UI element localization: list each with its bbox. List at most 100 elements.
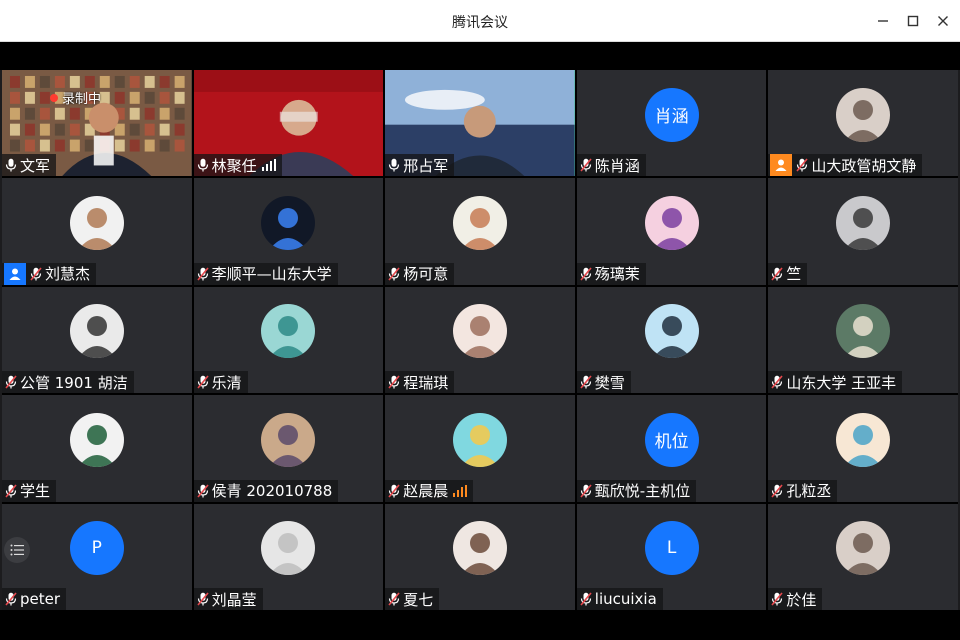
participant-nameplate: 山东大学 王亚丰 <box>768 371 903 394</box>
avatar <box>452 412 507 467</box>
participant-tile[interactable]: 樊雪 <box>576 286 767 394</box>
mic-muted-icon <box>196 266 210 282</box>
participant-tile[interactable]: 肖涵 陈肖涵 <box>576 70 767 177</box>
participant-tile[interactable]: 机位 甄欣悦-主机位 <box>576 395 767 502</box>
avatar <box>261 412 316 467</box>
participant-tile[interactable]: 赵晨晨 <box>385 395 575 502</box>
participant-tile[interactable]: 公管 1901 胡洁 <box>2 286 192 394</box>
participant-tile[interactable]: 刘慧杰 <box>2 178 192 285</box>
close-icon <box>938 16 948 26</box>
participant-tile[interactable]: 侯青 202010788 <box>193 395 384 502</box>
mic-muted-icon <box>579 483 593 499</box>
participant-name: 李顺平—山东大学 <box>211 265 332 284</box>
participant-tile[interactable]: 山东大学 王亚丰 <box>768 286 958 394</box>
mic-muted-icon <box>579 266 593 282</box>
participant-name: 赵晨晨 <box>403 482 449 501</box>
participant-tile[interactable]: 林聚任 <box>193 70 384 177</box>
close-button[interactable] <box>933 11 953 31</box>
mic-muted-icon <box>770 591 784 607</box>
participant-tile[interactable]: 学生 <box>2 395 192 502</box>
avatar <box>452 196 507 251</box>
avatar <box>644 304 699 359</box>
participant-nameplate: 刘晶莹 <box>193 588 263 610</box>
avatar <box>644 196 699 251</box>
participant-name: 於佳 <box>786 590 817 609</box>
mic-muted-icon <box>770 266 784 282</box>
participant-nameplate: 邢占军 <box>385 154 455 177</box>
person-icon <box>770 154 793 177</box>
participant-nameplate: 殇璃茉 <box>576 262 646 285</box>
maximize-button[interactable] <box>903 11 923 31</box>
participant-name: 山东大学 王亚丰 <box>786 373 897 392</box>
mic-muted-icon <box>196 483 210 499</box>
participant-tile[interactable]: 李顺平—山东大学 <box>193 178 384 285</box>
avatar <box>261 304 316 359</box>
mic-muted-icon <box>4 591 18 607</box>
participant-name: 殇璃茉 <box>594 265 640 284</box>
avatar <box>836 412 891 467</box>
participant-tile[interactable]: L liucuixia <box>576 503 767 610</box>
participant-tile[interactable]: 於佳 <box>768 503 958 610</box>
participant-name: 刘慧杰 <box>45 265 91 284</box>
mic-muted-icon <box>29 266 43 282</box>
participant-tile[interactable]: 程瑞琪 <box>385 286 575 394</box>
participant-tile[interactable]: 殇璃茉 <box>576 178 767 285</box>
participant-nameplate: 公管 1901 胡洁 <box>2 371 134 394</box>
participant-name: 夏七 <box>403 590 434 609</box>
participant-name: 山大政管胡文静 <box>811 156 917 175</box>
mic-muted-icon <box>387 266 401 282</box>
participant-tile[interactable]: 竺 <box>768 178 958 285</box>
participant-nameplate: 於佳 <box>768 588 823 610</box>
participant-tile[interactable]: 孔粒丞 <box>768 395 958 502</box>
participant-nameplate: 文军 <box>2 154 57 177</box>
participant-nameplate: 学生 <box>2 479 57 502</box>
participant-tile[interactable]: 乐清 <box>193 286 384 394</box>
avatar <box>69 412 124 467</box>
participant-name: 文军 <box>20 156 51 175</box>
mic-muted-icon <box>795 157 809 173</box>
participant-grid: 录制中 文军 林聚任 邢占军 肖涵 陈肖涵 山大政管胡文静 刘慧杰 李顺平—山东… <box>2 70 958 610</box>
minimize-icon <box>878 20 888 22</box>
mic-muted-icon <box>4 483 18 499</box>
avatar <box>69 196 124 251</box>
participant-name: 公管 1901 胡洁 <box>20 373 128 392</box>
participant-name: peter <box>20 590 61 608</box>
mic-icon <box>387 157 401 173</box>
participant-tile[interactable]: P peter <box>2 503 192 610</box>
participant-nameplate: 杨可意 <box>385 262 455 285</box>
avatar: P <box>69 521 124 576</box>
mic-muted-icon <box>579 374 593 390</box>
participant-nameplate: peter <box>2 588 67 610</box>
recording-indicator: 录制中 <box>50 88 101 107</box>
avatar <box>836 87 891 142</box>
signal-strength-icon <box>261 159 276 172</box>
participant-tile[interactable]: 录制中 文军 <box>2 70 192 177</box>
participant-list-button[interactable] <box>4 537 30 563</box>
participant-name: 樊雪 <box>594 373 625 392</box>
participant-name: 刘晶莹 <box>211 590 257 609</box>
participant-tile[interactable]: 杨可意 <box>385 178 575 285</box>
participant-nameplate: 乐清 <box>193 371 248 394</box>
participant-nameplate: 夏七 <box>385 588 440 610</box>
mic-muted-icon <box>196 591 210 607</box>
avatar <box>452 304 507 359</box>
participant-name: 侯青 202010788 <box>211 482 333 501</box>
participant-name: 杨可意 <box>403 265 449 284</box>
window-titlebar: 腾讯会议 <box>0 0 960 42</box>
participant-tile[interactable]: 山大政管胡文静 <box>768 70 958 177</box>
participant-name: 甄欣悦-主机位 <box>594 482 691 501</box>
participant-nameplate: 赵晨晨 <box>385 479 474 502</box>
minimize-button[interactable] <box>873 11 893 31</box>
mic-muted-icon <box>196 374 210 390</box>
participant-name: 学生 <box>20 482 51 501</box>
participant-nameplate: 刘慧杰 <box>2 262 97 285</box>
participant-tile[interactable]: 邢占军 <box>385 70 575 177</box>
participant-name: 林聚任 <box>211 156 257 175</box>
participant-tile[interactable]: 刘晶莹 <box>193 503 384 610</box>
participant-nameplate: 林聚任 <box>193 154 282 177</box>
avatar <box>261 196 316 251</box>
participant-tile[interactable]: 夏七 <box>385 503 575 610</box>
participant-nameplate: 竺 <box>768 262 808 285</box>
top-toolbar-area <box>0 42 960 70</box>
mic-muted-icon <box>770 483 784 499</box>
